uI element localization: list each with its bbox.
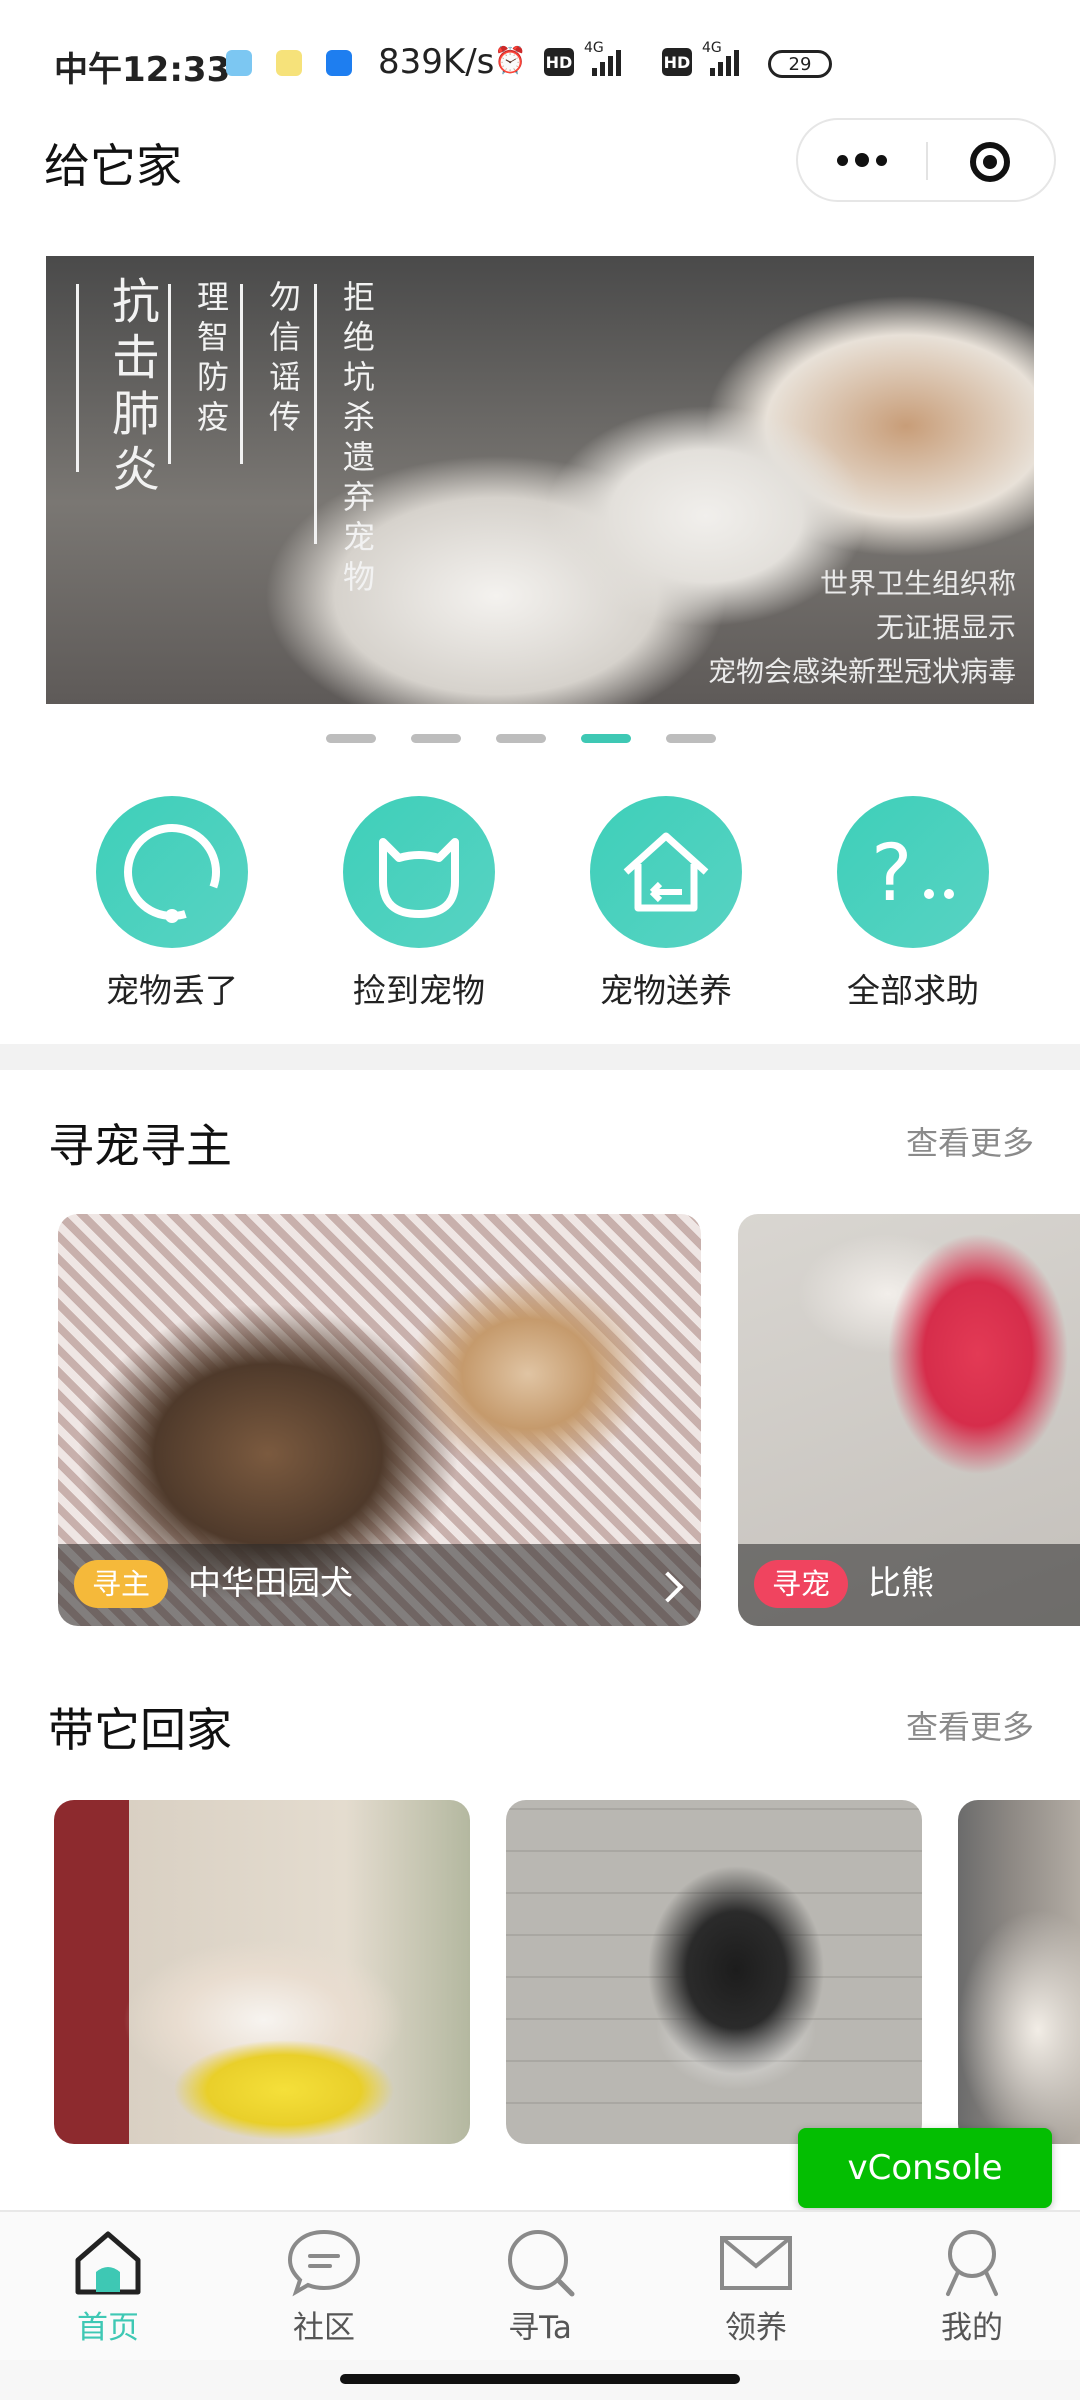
pet-card[interactable]: 寻宠 比熊 [738, 1214, 1080, 1626]
tab-label: 首页 [77, 2310, 139, 2346]
tab-adopt[interactable]: 领养 [681, 2224, 831, 2347]
home-indicator[interactable] [340, 2374, 740, 2384]
mini-program-capsule [796, 118, 1056, 202]
net-speed: 839K/s [378, 42, 495, 82]
status-bar: 中午12:33 839K/s ⏰ HD 4G HD 4G 29 [0, 0, 1080, 110]
quick-action-all-help[interactable]: ? 全部求助 [828, 796, 998, 1012]
pet-name: 中华田园犬 [188, 1563, 353, 1602]
adopt-card-husky[interactable] [506, 1800, 922, 2144]
banner-caption: 世界卫生组织称 [819, 567, 1016, 600]
svg-text:?: ? [871, 829, 912, 919]
carousel-indicator [326, 734, 716, 743]
banner-text: 拒绝坑杀遗弃宠物 [338, 280, 376, 600]
quick-action-found-pet[interactable]: 捡到宠物 [334, 796, 504, 1012]
envelope-icon [720, 2236, 792, 2290]
status-time: 中午12:33 [54, 50, 231, 90]
quick-action-rehome[interactable]: 宠物送养 [581, 796, 751, 1012]
tab-label: 我的 [941, 2310, 1003, 2346]
app-notification-icon [276, 50, 302, 76]
see-more-link-find[interactable]: 查看更多 [906, 1118, 1034, 1164]
tab-search[interactable]: 寻Ta [465, 2224, 615, 2347]
carousel-dot-active[interactable] [581, 734, 631, 743]
tab-label: 领养 [725, 2310, 787, 2346]
pet-card[interactable]: 寻主 中华田园犬 [58, 1214, 701, 1626]
battery-icon: 29 [768, 50, 832, 78]
alarm-icon: ⏰ [494, 46, 527, 76]
status-badge: 寻主 [74, 1560, 169, 1608]
banner-carousel[interactable]: 抗击肺炎 理智防疫 勿信谣传 拒绝坑杀遗弃宠物 世界卫生组织称 无证据显示 宠物… [46, 256, 1034, 704]
page-title: 给它家 [44, 139, 182, 193]
tab-home[interactable]: 首页 [33, 2224, 183, 2347]
chat-bubble-icon [287, 2229, 361, 2297]
quick-action-label: 宠物丢了 [106, 971, 238, 1010]
quick-action-label: 全部求助 [847, 971, 979, 1010]
search-icon [508, 2230, 575, 2297]
lost-pet-icon[interactable] [96, 796, 248, 948]
adopt-card-cat[interactable] [54, 1800, 470, 2144]
zhihu-notification-icon [326, 50, 352, 76]
adopt-card-dog[interactable] [958, 1800, 1080, 2144]
banner-caption: 宠物会感染新型冠状病毒 [707, 655, 1016, 688]
house-icon[interactable] [590, 796, 742, 948]
question-icon[interactable]: ? [837, 796, 989, 948]
tab-label: 社区 [293, 2310, 355, 2346]
target-close-icon[interactable] [970, 142, 1010, 182]
section-title-adopt: 带它回家 [48, 1703, 232, 1757]
signal-icon [592, 46, 621, 76]
carousel-dot[interactable] [496, 734, 546, 743]
hd-icon: HD [662, 48, 692, 76]
user-icon [946, 2230, 998, 2296]
bottom-tab-bar: 首页 社区 寻Ta 领养 我的 [0, 2210, 1080, 2362]
banner-text: 勿信谣传 [264, 280, 302, 440]
app-notification-icon [226, 50, 252, 76]
banner-caption: 无证据显示 [875, 611, 1016, 644]
more-dots-icon[interactable] [798, 120, 926, 200]
vconsole-button[interactable]: vConsole [798, 2128, 1052, 2208]
carousel-dot[interactable] [411, 734, 461, 743]
quick-action-label: 宠物送养 [600, 971, 732, 1010]
quick-action-lost-pet[interactable]: 宠物丢了 [87, 796, 257, 1012]
banner-text: 理智防疫 [192, 280, 230, 440]
see-more-link-adopt[interactable]: 查看更多 [906, 1702, 1034, 1748]
carousel-dot[interactable] [326, 734, 376, 743]
tab-community[interactable]: 社区 [249, 2224, 399, 2347]
section-divider [0, 1044, 1080, 1070]
hd-icon: HD [544, 48, 574, 76]
tab-mine[interactable]: 我的 [897, 2224, 1047, 2347]
tab-label: 寻Ta [508, 2310, 572, 2346]
status-badge: 寻宠 [754, 1560, 849, 1608]
banner-headline: 抗击肺炎 [103, 276, 159, 500]
carousel-dot[interactable] [666, 734, 716, 743]
home-icon [75, 2231, 141, 2295]
pet-name: 比熊 [868, 1563, 934, 1602]
cat-face-icon[interactable] [343, 796, 495, 948]
section-title-find: 寻宠寻主 [48, 1119, 232, 1173]
signal-icon [710, 46, 739, 76]
quick-action-label: 捡到宠物 [353, 971, 485, 1010]
